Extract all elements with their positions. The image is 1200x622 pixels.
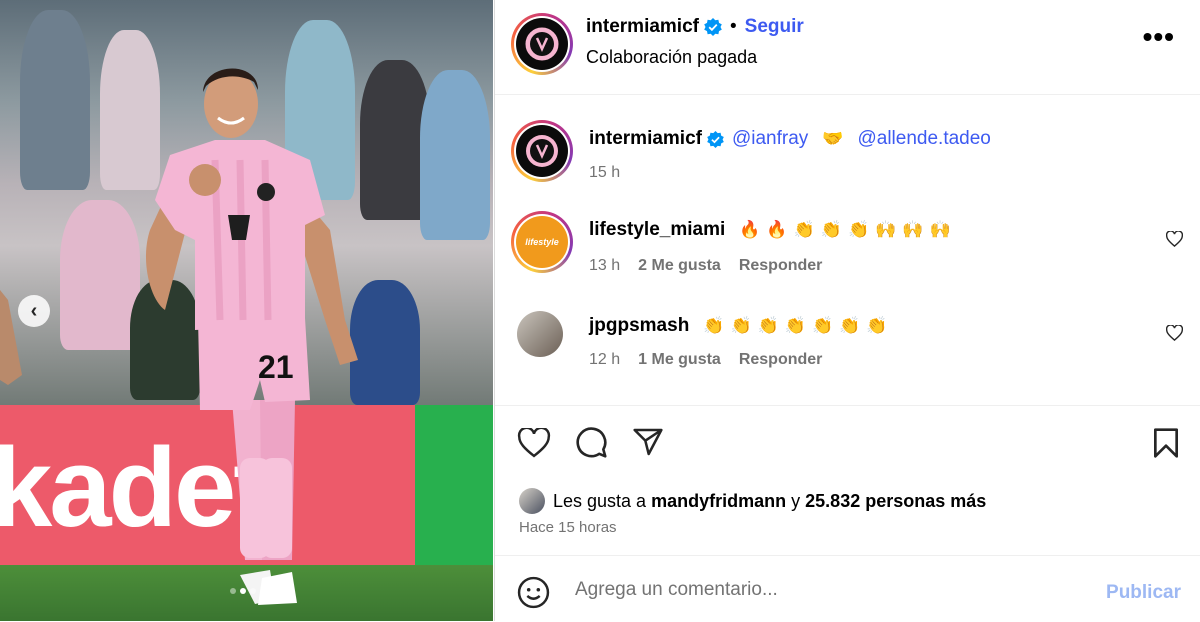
comment-emoji: 🔥 — [766, 220, 788, 239]
comment-likes[interactable]: 2 Me gusta — [638, 257, 721, 275]
comment-bubble-icon[interactable] — [575, 426, 608, 459]
reply-button[interactable]: Responder — [739, 351, 823, 369]
caption-username[interactable]: intermiamicf — [589, 128, 702, 150]
caption-author-avatar[interactable] — [511, 120, 573, 182]
reply-button[interactable]: Responder — [739, 257, 823, 275]
player-figure: 21 — [0, 68, 358, 605]
paid-partnership-label[interactable]: Colaboración pagada — [586, 47, 757, 68]
comment-composer: Publicar — [495, 555, 1200, 622]
emoji-smiley-icon[interactable] — [517, 576, 550, 609]
jersey-number: 21 — [258, 349, 294, 385]
bookmark-icon[interactable] — [1152, 427, 1180, 459]
share-send-icon[interactable] — [632, 427, 664, 457]
post-time[interactable]: Hace 15 horas — [519, 519, 617, 536]
comments-list: intermiamicf @ianfray 🤝 @allende.tadeo 1… — [495, 95, 1200, 405]
like-heart-icon[interactable] — [517, 428, 551, 458]
comment-meta: 13 h 2 Me gusta Responder — [589, 257, 822, 275]
intermiami-crest-icon — [525, 27, 559, 61]
mention-link[interactable]: @ianfray — [732, 128, 808, 150]
carousel-dot-active — [240, 588, 246, 594]
verified-badge-icon — [704, 18, 722, 36]
comment-emoji: 👏 — [703, 316, 725, 335]
likes-prefix: Les gusta a — [553, 490, 647, 511]
verified-badge-icon — [707, 130, 724, 148]
comment-emoji: 👏 — [784, 316, 806, 335]
commenter-avatar[interactable]: lifestyle — [511, 211, 573, 273]
comment-likes[interactable]: 1 Me gusta — [638, 351, 721, 369]
mention-link[interactable]: @allende.tadeo — [857, 128, 990, 150]
post-header: intermiamicf • Seguir Colaboración pagad… — [495, 0, 1200, 95]
handshake-emoji: 🤝 — [822, 129, 844, 148]
intermiami-crest-icon — [526, 135, 558, 167]
comment-input[interactable] — [573, 578, 1077, 602]
comment-emoji: 👏 — [812, 316, 834, 335]
publish-button[interactable]: Publicar — [1106, 582, 1181, 604]
comment-emoji: 👏 — [820, 220, 842, 239]
comment-emoji: 👏 — [866, 316, 888, 335]
more-icon: ••• — [1142, 21, 1175, 52]
liker-avatar[interactable] — [519, 488, 545, 514]
comment-emoji: 👏 — [793, 220, 815, 239]
author-username[interactable]: intermiamicf — [586, 16, 699, 38]
carousel-dot — [250, 588, 256, 594]
caption-time[interactable]: 15 h — [589, 164, 620, 182]
comment-emoji: 🙌 — [902, 220, 924, 239]
carousel-dots — [230, 588, 256, 594]
header-separator: • — [729, 16, 737, 37]
follow-button[interactable]: Seguir — [745, 16, 804, 38]
carousel-dot — [230, 588, 236, 594]
comment-time[interactable]: 12 h — [589, 351, 620, 369]
more-options-button[interactable]: ••• — [1143, 23, 1175, 51]
liker-username[interactable]: mandyfridmann — [651, 491, 786, 512]
comment-emoji: 🙌 — [875, 220, 897, 239]
comment-emoji: 👏 — [847, 220, 870, 239]
comment-emoji: 👏 — [730, 316, 752, 335]
lifestyle-logo: lifestyle — [525, 237, 559, 247]
comment-emoji: 🙌 — [929, 220, 951, 239]
post-sidebar: intermiamicf • Seguir Colaboración pagad… — [494, 0, 1200, 621]
heart-icon[interactable] — [1166, 231, 1183, 247]
heart-icon[interactable] — [1166, 325, 1183, 341]
commenter-avatar[interactable] — [517, 311, 563, 357]
comment-username[interactable]: lifestyle_miami — [589, 219, 725, 241]
action-bar: Les gusta a mandyfridmann y 25.832 perso… — [495, 405, 1200, 556]
comment-emoji: 👏 — [839, 316, 861, 335]
comment-time[interactable]: 13 h — [589, 257, 620, 275]
comment-username[interactable]: jpgpsmash — [589, 315, 689, 337]
carousel-prev-button[interactable]: ‹ — [18, 295, 50, 327]
likes-summary: Les gusta a mandyfridmann y 25.832 perso… — [519, 488, 986, 514]
author-avatar[interactable] — [511, 13, 573, 75]
likes-count[interactable]: 25.832 personas más — [805, 491, 986, 512]
comment-meta: 12 h 1 Me gusta Responder — [589, 351, 822, 369]
post-image[interactable]: kadet 21 ‹ — [0, 0, 493, 621]
comment-emoji: 🔥 — [739, 220, 761, 239]
comment-emoji: 👏 — [757, 316, 779, 335]
chevron-left-icon: ‹ — [30, 299, 38, 322]
likes-connector: y — [791, 490, 801, 511]
